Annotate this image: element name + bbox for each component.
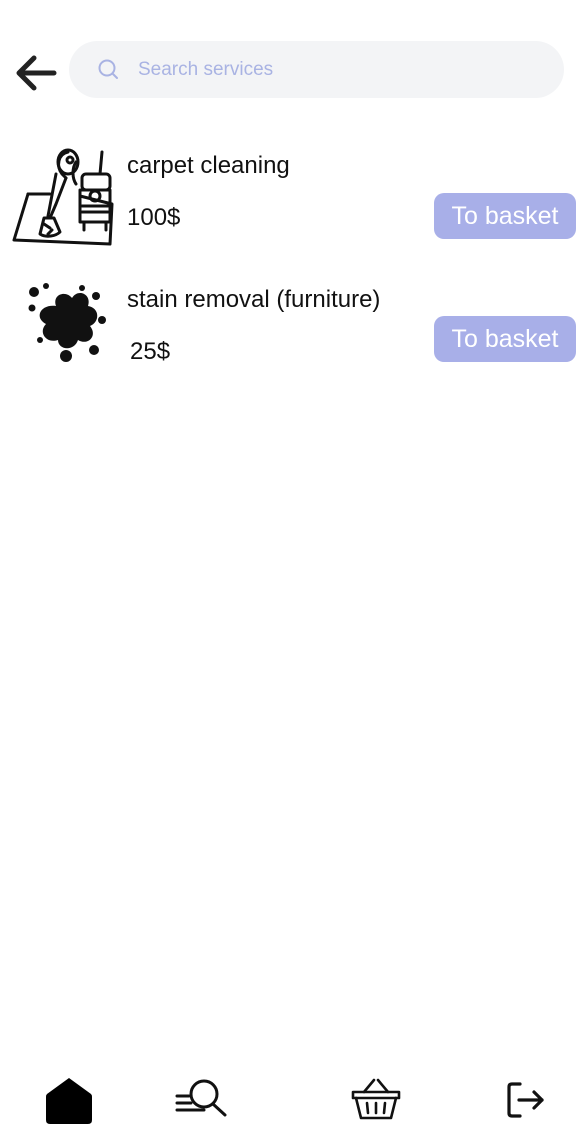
carpet-cleaning-icon [12,148,114,246]
nav-basket[interactable] [350,1076,402,1122]
bottom-nav [0,1060,586,1146]
logout-icon [507,1082,544,1118]
stain-icon [28,283,106,362]
back-button[interactable] [10,50,60,96]
service-price: 100$ [127,204,181,231]
nav-home[interactable] [44,1074,94,1126]
search-input[interactable] [138,56,538,84]
add-to-basket-button[interactable]: To basket [434,316,576,362]
service-name: carpet cleaning [127,152,290,179]
service-price: 25$ [130,338,171,365]
service-item: stain removal (furniture) 25$ To basket [0,276,586,366]
add-to-basket-button[interactable]: To basket [434,193,576,239]
nav-search-services[interactable] [174,1076,230,1120]
service-item: carpet cleaning 100$ To basket [0,140,586,252]
home-icon [46,1078,92,1124]
services-screen: carpet cleaning 100$ To basket stain rem… [0,0,586,1146]
nav-logout[interactable] [506,1080,546,1120]
basket-icon [351,1078,401,1120]
service-name: stain removal (furniture) [127,286,381,313]
arrow-left-icon [16,55,57,91]
search-icon [98,59,118,79]
search-services-icon [175,1079,227,1117]
